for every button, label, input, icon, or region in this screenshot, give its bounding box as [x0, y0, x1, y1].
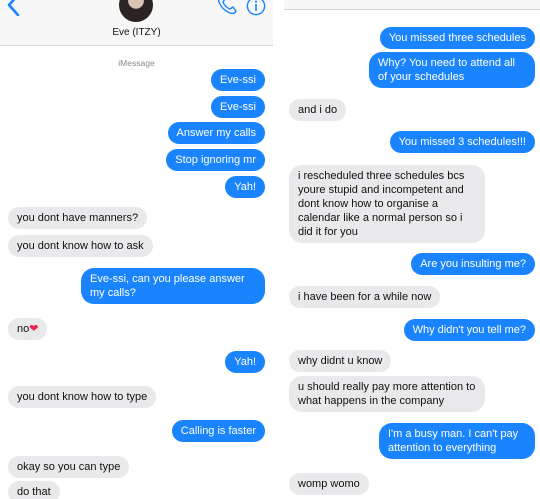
message-text: i rescheduled three schedules bcs youre … [298, 170, 465, 238]
back-chevron-icon[interactable] [4, 0, 24, 16]
message-text: Why didn't you tell me? [412, 324, 526, 336]
heart-emoji-icon: ❤ [29, 323, 39, 335]
received-message[interactable]: u should really pay more attention to wh… [289, 376, 485, 412]
contact-name[interactable]: Eve (ITZY) [0, 27, 273, 38]
received-message[interactable]: do that [8, 481, 60, 499]
received-message[interactable]: why didnt u know [289, 350, 392, 372]
message-text: Are you insulting me? [420, 258, 526, 270]
message-text: You missed three schedules [388, 32, 526, 44]
phone-icon[interactable] [216, 0, 238, 16]
header-edge [284, 0, 540, 10]
message-text: you dont know how to ask [17, 240, 144, 252]
sent-message[interactable]: Eve-ssi, can you please answer my calls? [81, 268, 265, 304]
message-text: Eve-ssi [219, 101, 256, 113]
message-text: Eve-ssi, can you please answer my calls? [90, 273, 245, 299]
message-text: do that [17, 486, 51, 498]
received-message[interactable]: i have been for a while now [289, 286, 441, 308]
sent-message[interactable]: You missed three schedules [379, 27, 535, 49]
message-text: why didnt u know [298, 355, 383, 367]
message-text: no [17, 323, 30, 335]
received-message[interactable]: okay so you can type [8, 456, 130, 478]
message-text: womp womo [298, 478, 360, 490]
received-message[interactable]: womp womo [289, 473, 369, 495]
sent-message[interactable]: Eve-ssi [210, 96, 265, 118]
received-message[interactable]: no❤ [8, 318, 48, 340]
received-message[interactable]: i rescheduled three schedules bcs youre … [289, 165, 485, 243]
left-conversation-pane: Eve (ITZY) iMessage Eve-ssi Eve-ssi Answer… [0, 0, 273, 499]
sent-message[interactable]: Yah! [225, 351, 265, 373]
message-text: Yah! [234, 181, 256, 193]
info-icon[interactable] [246, 0, 266, 16]
sent-message[interactable]: You missed 3 schedules!!! [389, 131, 535, 153]
message-text: Calling is faster [180, 425, 256, 437]
message-text: okay so you can type [17, 461, 121, 473]
service-label: iMessage [118, 58, 155, 68]
received-message[interactable]: you dont have manners? [8, 207, 148, 229]
message-text: Answer my calls [176, 127, 256, 139]
pane-divider [273, 0, 284, 499]
message-text: You missed 3 schedules!!! [398, 136, 526, 148]
message-text: u should really pay more attention to wh… [298, 381, 476, 407]
message-text: I'm a busy man. I can't pay attention to… [388, 428, 519, 454]
received-message[interactable]: and i do [289, 99, 347, 121]
message-text: Yah! [234, 356, 256, 368]
sent-message[interactable]: Calling is faster [171, 420, 265, 442]
message-text: Stop ignoring mr [175, 154, 256, 166]
message-text: and i do [298, 104, 338, 116]
contact-avatar[interactable] [119, 0, 153, 22]
conversation-header: Eve (ITZY) [0, 0, 273, 46]
received-message[interactable]: you dont know how to ask [8, 235, 153, 257]
right-conversation-pane: You missed three schedules Why? You need … [284, 0, 540, 499]
message-text: i have been for a while now [298, 291, 432, 303]
message-text: you dont know how to type [17, 391, 148, 403]
sent-message[interactable]: Why didn't you tell me? [403, 319, 535, 341]
sent-message[interactable]: Are you insulting me? [411, 253, 535, 275]
message-text: you dont have manners? [17, 212, 139, 224]
sent-message[interactable]: I'm a busy man. I can't pay attention to… [379, 423, 535, 459]
sent-message[interactable]: Why? You need to attend all of your sche… [369, 52, 535, 88]
sent-message[interactable]: Stop ignoring mr [166, 149, 265, 171]
sent-message[interactable]: Yah! [225, 176, 265, 198]
sent-message[interactable]: Answer my calls [167, 122, 265, 144]
message-text: Eve-ssi [219, 74, 256, 86]
message-text: Why? You need to attend all of your sche… [378, 57, 515, 83]
received-message[interactable]: you dont know how to type [8, 386, 157, 408]
sent-message[interactable]: Eve-ssi [210, 69, 265, 91]
